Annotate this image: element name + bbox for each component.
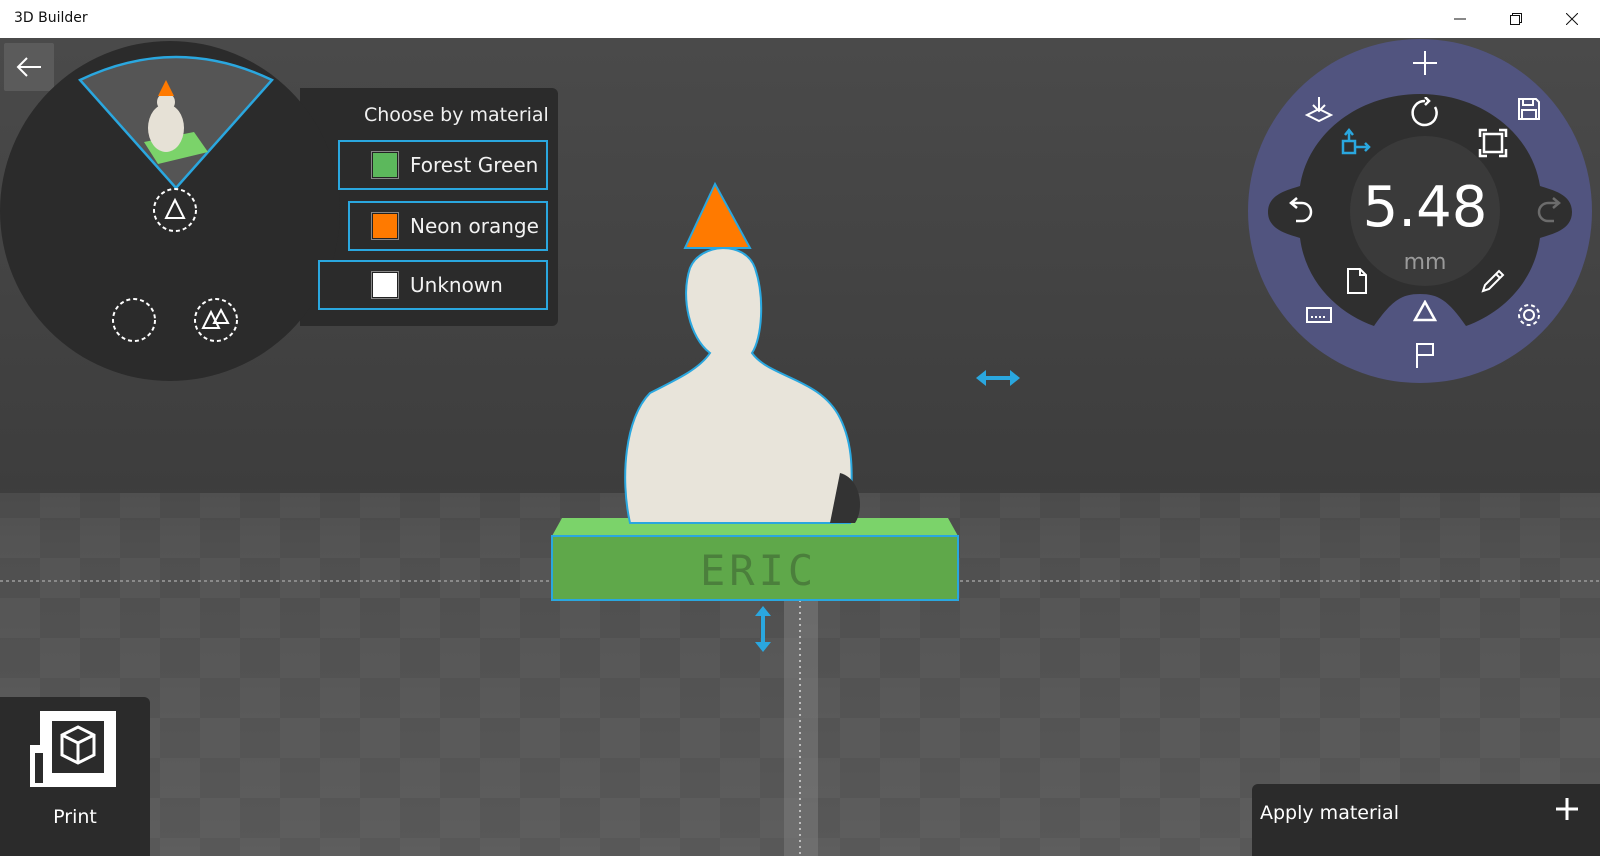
close-icon (1566, 13, 1578, 25)
material-swatch (371, 151, 399, 179)
material-swatch (371, 212, 399, 240)
3d-viewport[interactable]: ERIC Choose by material Forest Green Neo… (0, 38, 1600, 856)
scale-button[interactable] (1476, 126, 1510, 160)
triangle-mode-button[interactable] (1410, 296, 1440, 326)
select-mesh-icon (194, 298, 238, 342)
add-icon (1413, 51, 1437, 75)
move-icon (1341, 127, 1371, 155)
apply-material-button[interactable]: Apply material (1252, 784, 1600, 856)
plus-icon (1556, 798, 1578, 820)
print-label: Print (53, 806, 97, 828)
save-button[interactable] (1514, 94, 1544, 124)
material-item-unknown[interactable]: Unknown (318, 260, 548, 310)
scale-icon (1478, 128, 1508, 158)
undo-button[interactable] (1284, 194, 1316, 226)
material-swatch (371, 271, 399, 299)
select-object-icon (112, 298, 156, 342)
engraved-text: ERIC (700, 546, 818, 595)
apply-material-label: Apply material (1260, 802, 1399, 824)
add-button[interactable] (1410, 48, 1440, 78)
3d-model[interactable] (540, 178, 970, 608)
rotate-button[interactable] (1408, 96, 1442, 130)
move-button[interactable] (1338, 126, 1372, 160)
settings-button[interactable] (1514, 300, 1544, 330)
document-button[interactable] (1342, 266, 1372, 296)
select-triangle-icon (153, 188, 197, 232)
select-object-button[interactable] (111, 297, 157, 347)
material-label: Unknown (410, 273, 503, 297)
pencil-icon (1481, 269, 1505, 293)
document-icon (1347, 268, 1367, 294)
restore-icon (1510, 13, 1522, 25)
triangle-icon (1413, 300, 1437, 322)
select-triangle-button[interactable] (152, 187, 198, 237)
back-button[interactable] (4, 43, 54, 91)
flag-icon (1416, 343, 1434, 368)
model-cone-hat (683, 181, 752, 249)
material-item-forest-green[interactable]: Forest Green (338, 140, 548, 190)
printer-3d-icon (30, 711, 116, 787)
window-title: 3D Builder (14, 10, 88, 26)
minimize-button[interactable] (1432, 0, 1488, 38)
back-arrow-icon (16, 57, 41, 77)
edit-button[interactable] (1478, 266, 1508, 296)
redo-icon (1537, 197, 1561, 223)
model-bust (624, 247, 853, 524)
redo-button[interactable] (1534, 194, 1566, 226)
keyboard-icon (1306, 307, 1332, 323)
material-item-neon-orange[interactable]: Neon orange (348, 201, 548, 251)
keyboard-button[interactable] (1304, 300, 1334, 330)
save-icon (1518, 98, 1540, 120)
move-vertical-arrow-icon[interactable] (753, 606, 773, 652)
material-label: Forest Green (410, 153, 539, 177)
undo-icon (1289, 197, 1313, 223)
settings-icon (1518, 304, 1540, 326)
drop-to-floor-icon (1305, 97, 1333, 123)
print-button[interactable]: Print (0, 697, 150, 856)
title-bar: 3D Builder (0, 0, 1600, 39)
flag-button[interactable] (1410, 340, 1440, 370)
selection-preview (78, 55, 274, 190)
rotate-icon (1411, 97, 1438, 127)
material-label: Neon orange (410, 214, 539, 238)
restore-button[interactable] (1488, 0, 1544, 38)
minimize-icon (1454, 18, 1466, 20)
move-horizontal-arrow-icon[interactable] (976, 368, 1020, 388)
drop-to-floor-button[interactable] (1304, 94, 1334, 124)
value-display: 5.48 (1362, 175, 1488, 240)
close-button[interactable] (1544, 0, 1600, 38)
material-heading: Choose by material (364, 104, 549, 126)
select-mesh-button[interactable] (193, 297, 239, 347)
